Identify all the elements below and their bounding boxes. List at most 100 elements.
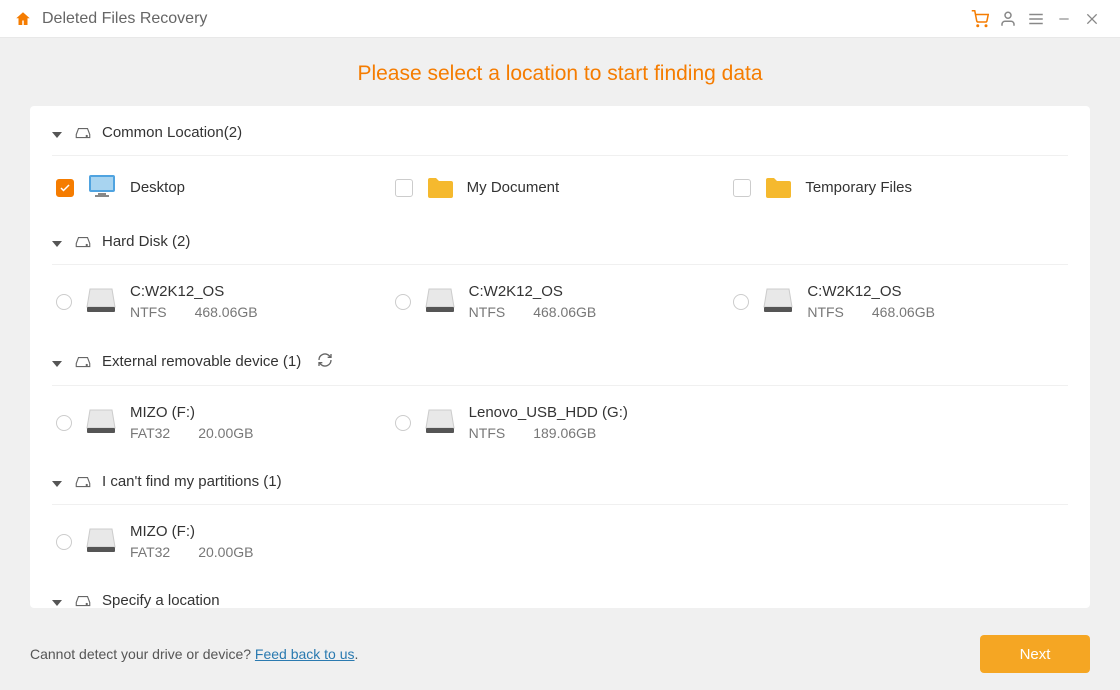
drive-name: Lenovo_USB_HDD (G:) [469,404,628,421]
hdd-icon [425,287,455,316]
footer-period: . [355,646,359,662]
user-icon[interactable] [994,5,1022,33]
folder-icon [765,177,791,199]
drive-size: 468.06GB [533,304,596,320]
radio[interactable] [395,415,411,431]
footer: Cannot detect your drive or device? Feed… [0,624,1120,684]
external-items: MIZO (F:) FAT32 20.00GB Lenovo_USB_HDD (… [52,386,1068,457]
drive-name: C:W2K12_OS [130,283,258,300]
section-header-external[interactable]: External removable device (1) [52,336,1068,386]
drive-info: C:W2K12_OS NTFS 468.06GB [469,283,597,320]
location-label: Desktop [130,179,185,196]
drive-meta: NTFS 468.06GB [807,304,935,320]
footer-prompt-text: Cannot detect your drive or device? [30,646,255,662]
drive-fs: FAT32 [130,544,170,560]
drive-size: 468.06GB [195,304,258,320]
chevron-down-icon [52,356,64,368]
drive-info: MIZO (F:) FAT32 20.00GB [130,404,253,441]
drive-meta: NTFS 468.06GB [130,304,258,320]
drive-fs: FAT32 [130,425,170,441]
hdd-icon [425,408,455,437]
drive-size: 20.00GB [198,425,253,441]
drive-meta: FAT32 20.00GB [130,425,253,441]
common-item-desktop[interactable]: Desktop [52,168,391,207]
radio[interactable] [56,294,72,310]
radio[interactable] [56,415,72,431]
drive-meta: NTFS 189.06GB [469,425,628,441]
drive-name: C:W2K12_OS [807,283,935,300]
feedback-link[interactable]: Feed back to us [255,646,355,662]
section-title: Specify a location [102,592,220,608]
drive-info: MIZO (F:) FAT32 20.00GB [130,523,253,560]
disk-icon [74,594,92,608]
desktop-icon [88,174,116,201]
disk-icon [74,475,92,489]
drive-meta: FAT32 20.00GB [130,544,253,560]
minimize-button[interactable] [1050,5,1078,33]
disk-icon [74,235,92,249]
home-icon[interactable] [14,10,32,28]
checkbox[interactable] [395,179,413,197]
folder-icon [427,177,453,199]
refresh-icon[interactable] [317,352,333,371]
drive-info: Lenovo_USB_HDD (G:) NTFS 189.06GB [469,404,628,441]
drive-fs: NTFS [130,304,167,320]
common-items: Desktop My Document Temporary Files [52,156,1068,217]
drive-info: C:W2K12_OS NTFS 468.06GB [807,283,935,320]
section-header-harddisk[interactable]: Hard Disk (2) [52,217,1068,265]
close-button[interactable] [1078,5,1106,33]
section-title: I can't find my partitions (1) [102,473,282,490]
drive-item[interactable]: C:W2K12_OS NTFS 468.06GB [391,277,730,326]
app-title: Deleted Files Recovery [42,10,207,28]
menu-icon[interactable] [1022,5,1050,33]
radio[interactable] [56,534,72,550]
drive-fs: NTFS [807,304,844,320]
disk-icon [74,126,92,140]
checkbox[interactable] [733,179,751,197]
disk-icon [74,355,92,369]
location-scroll[interactable]: Common Location(2) Desktop [52,106,1068,608]
checkbox[interactable] [56,179,74,197]
chevron-down-icon [52,476,64,488]
radio[interactable] [733,294,749,310]
hdd-icon [86,408,116,437]
drive-item[interactable]: Lenovo_USB_HDD (G:) NTFS 189.06GB [391,398,730,447]
chevron-down-icon [52,236,64,248]
common-item-temp[interactable]: Temporary Files [729,168,1068,207]
drive-meta: NTFS 468.06GB [469,304,597,320]
drive-fs: NTFS [469,304,506,320]
section-header-lost[interactable]: I can't find my partitions (1) [52,457,1068,505]
titlebar-left: Deleted Files Recovery [14,10,207,28]
hdd-icon [86,287,116,316]
drive-fs: NTFS [469,425,506,441]
drive-name: C:W2K12_OS [469,283,597,300]
hdd-icon [86,527,116,556]
cart-icon[interactable] [966,5,994,33]
footer-prompt: Cannot detect your drive or device? Feed… [30,646,358,662]
drive-item[interactable]: MIZO (F:) FAT32 20.00GB [52,398,391,447]
drive-info: C:W2K12_OS NTFS 468.06GB [130,283,258,320]
drive-size: 468.06GB [872,304,935,320]
section-header-common[interactable]: Common Location(2) [52,106,1068,156]
section-title: Common Location(2) [102,124,242,141]
location-label: Temporary Files [805,179,912,196]
next-button[interactable]: Next [980,635,1090,673]
drive-size: 20.00GB [198,544,253,560]
drive-item[interactable]: C:W2K12_OS NTFS 468.06GB [52,277,391,326]
drive-name: MIZO (F:) [130,523,253,540]
common-item-documents[interactable]: My Document [391,168,730,207]
section-header-specify[interactable]: Specify a location [52,576,1068,608]
harddisk-items: C:W2K12_OS NTFS 468.06GB C:W2K12_OS [52,265,1068,336]
chevron-down-icon [52,127,64,139]
location-panel: Common Location(2) Desktop [30,106,1090,608]
radio[interactable] [395,294,411,310]
drive-item[interactable]: MIZO (F:) FAT32 20.00GB [52,517,391,566]
drive-item[interactable]: C:W2K12_OS NTFS 468.06GB [729,277,1068,326]
section-title: External removable device (1) [102,353,301,370]
hdd-icon [763,287,793,316]
section-title: Hard Disk (2) [102,233,190,250]
chevron-down-icon [52,595,64,607]
titlebar: Deleted Files Recovery [0,0,1120,38]
page-headline: Please select a location to start findin… [0,38,1120,106]
lost-items: MIZO (F:) FAT32 20.00GB [52,505,1068,576]
